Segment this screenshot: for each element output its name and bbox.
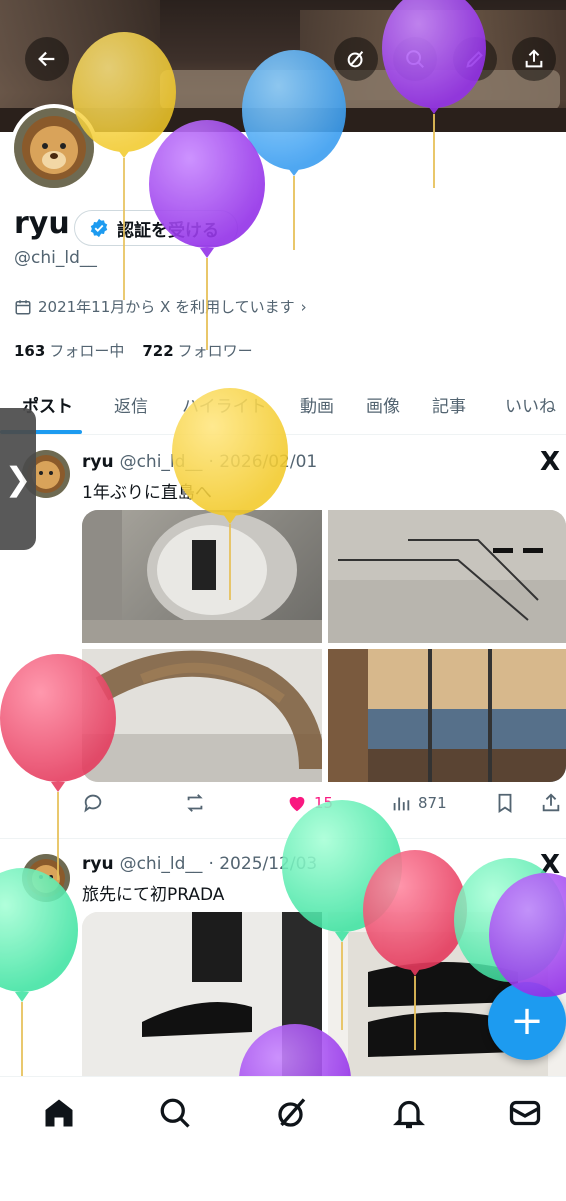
post-text: 旅先にて初PRADA bbox=[82, 885, 225, 905]
share-icon bbox=[542, 793, 560, 812]
compose-post-button[interactable]: + bbox=[488, 982, 566, 1060]
follow-stats: 163 フォロー中 722 フォロワー bbox=[14, 340, 253, 361]
search-icon[interactable] bbox=[157, 1095, 193, 1131]
edit-button[interactable] bbox=[453, 37, 497, 81]
post-photo-3[interactable] bbox=[82, 649, 322, 782]
home-icon[interactable] bbox=[41, 1095, 77, 1131]
reply-icon bbox=[84, 794, 102, 813]
search-icon bbox=[406, 50, 424, 68]
profile-avatar[interactable] bbox=[10, 104, 98, 192]
post-date: · 2026/02/01 bbox=[208, 452, 318, 472]
grok-icon bbox=[347, 51, 364, 68]
tab-replies[interactable]: 返信 bbox=[114, 392, 148, 417]
post-avatar[interactable] bbox=[22, 854, 70, 902]
views-button[interactable]: 871 bbox=[390, 792, 447, 814]
post-photo-1[interactable] bbox=[82, 912, 322, 1076]
chevron-right-icon: › bbox=[300, 297, 307, 316]
repost-icon bbox=[187, 794, 203, 812]
profile-handle: @chi_ld__ bbox=[14, 248, 97, 268]
joined-date[interactable]: 2021年11月から X を利用しています › bbox=[14, 296, 307, 317]
back-arrow-icon bbox=[38, 51, 55, 67]
post-photo-4[interactable] bbox=[328, 649, 566, 782]
post-actions: 15 871 bbox=[80, 792, 566, 822]
like-button[interactable]: 15 bbox=[286, 792, 333, 814]
post-author-name[interactable]: ryu bbox=[82, 452, 114, 472]
x-logo-icon: X bbox=[540, 447, 561, 477]
messages-icon[interactable] bbox=[507, 1095, 543, 1131]
calendar-icon bbox=[15, 299, 31, 314]
tab-videos[interactable]: 動画 bbox=[300, 392, 334, 417]
tab-likes[interactable]: いいね bbox=[505, 392, 556, 417]
post-header: ryu @chi_ld__ · 2026/02/01 bbox=[82, 452, 317, 472]
reply-button[interactable] bbox=[82, 792, 104, 814]
pencil-icon bbox=[466, 51, 483, 68]
joined-text: 2021年11月から X を利用しています bbox=[38, 298, 295, 316]
tab-images[interactable]: 画像 bbox=[366, 392, 400, 417]
get-verified-button[interactable]: 認証を受ける bbox=[74, 210, 238, 246]
profile-tabs: ポスト 返信 ハイライト 動画 画像 記事 いいね bbox=[0, 380, 566, 435]
post-header: ryu @chi_ld__ · 2025/12/03 bbox=[82, 854, 317, 874]
followers-link[interactable]: 722 フォロワー bbox=[142, 340, 252, 361]
post-author-name[interactable]: ryu bbox=[82, 854, 114, 874]
heart-icon bbox=[289, 796, 305, 812]
post-photo-1[interactable] bbox=[82, 510, 322, 643]
tab-articles[interactable]: 記事 bbox=[432, 392, 466, 417]
post-date: · 2025/12/03 bbox=[208, 854, 318, 874]
side-panel-handle[interactable]: ❯ bbox=[0, 408, 36, 550]
like-count: 15 bbox=[314, 794, 334, 812]
notifications-bell-icon[interactable] bbox=[391, 1095, 427, 1131]
views-icon bbox=[393, 797, 410, 811]
post-text: 1年ぶりに直島へ bbox=[82, 483, 212, 503]
post-share-button[interactable] bbox=[540, 792, 562, 814]
bottom-navigation bbox=[0, 1076, 566, 1201]
repost-button[interactable] bbox=[184, 792, 206, 814]
post-divider bbox=[0, 838, 566, 839]
x-logo-icon: X bbox=[540, 850, 561, 880]
grok-icon[interactable] bbox=[274, 1095, 310, 1131]
post-photo-2[interactable] bbox=[328, 510, 566, 643]
tab-highlights[interactable]: ハイライト bbox=[182, 392, 267, 417]
post-author-handle: @chi_ld__ bbox=[119, 854, 203, 874]
share-button[interactable] bbox=[512, 37, 556, 81]
profile-name: ryu bbox=[14, 206, 70, 241]
verified-badge-icon bbox=[90, 218, 108, 238]
grok-button[interactable] bbox=[334, 37, 378, 81]
back-button[interactable] bbox=[25, 37, 69, 81]
share-icon bbox=[525, 49, 543, 68]
get-verified-label: 認証を受ける bbox=[117, 220, 219, 241]
bookmark-icon bbox=[498, 793, 512, 813]
following-link[interactable]: 163 フォロー中 bbox=[14, 340, 124, 361]
view-count: 871 bbox=[418, 794, 447, 812]
lion-avatar-image bbox=[14, 108, 94, 188]
search-button[interactable] bbox=[393, 37, 437, 81]
bookmark-button[interactable] bbox=[494, 792, 516, 814]
plus-icon: + bbox=[510, 998, 544, 1044]
post-author-handle: @chi_ld__ bbox=[119, 452, 203, 472]
